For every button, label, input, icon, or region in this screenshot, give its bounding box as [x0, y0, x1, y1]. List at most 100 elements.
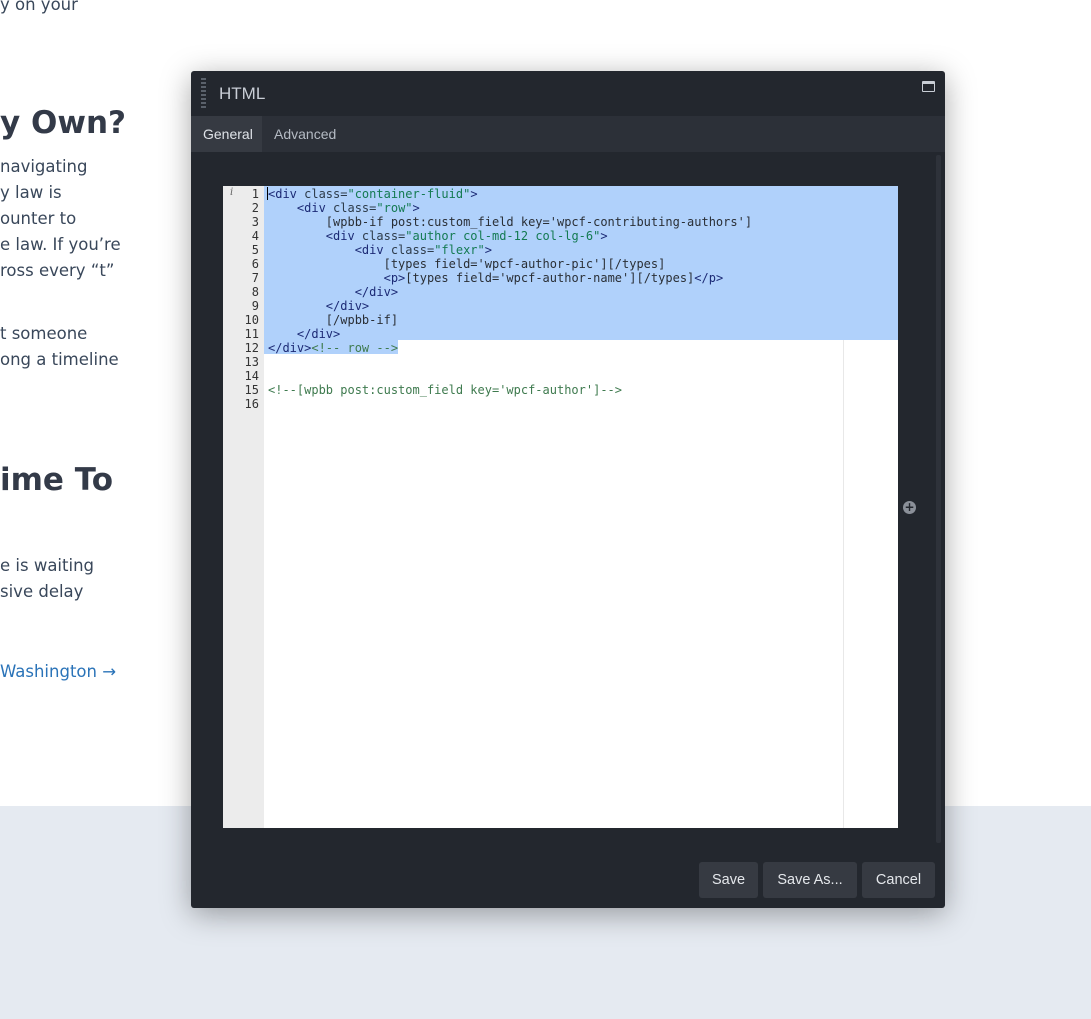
- code-token: </div>: [296, 327, 341, 341]
- bg-text-line: t someone: [0, 324, 88, 343]
- code-line: 5 <div class="flexr">: [223, 243, 898, 257]
- code-line: 14: [223, 369, 898, 383]
- line-number: 12: [244, 341, 259, 355]
- bg-text-line: ross every “t”: [0, 261, 115, 280]
- code-token: >: [470, 187, 478, 201]
- code-token: [types field='wpcf-author-pic'][/types]: [268, 257, 666, 271]
- code-line: 10 [/wpbb-if]: [223, 313, 898, 327]
- line-number: 8: [251, 285, 259, 299]
- bg-text-line: e law. If you’re: [0, 235, 121, 254]
- code-line: 6 [types field='wpcf-author-pic'][/types…: [223, 257, 898, 271]
- save-as-button[interactable]: Save As...: [763, 862, 857, 898]
- bg-text-line: navigating: [0, 157, 88, 176]
- drag-handle-icon[interactable]: [201, 78, 206, 108]
- code-token: >: [484, 243, 492, 257]
- add-icon[interactable]: +: [903, 501, 916, 514]
- tab-advanced[interactable]: Advanced: [262, 116, 348, 152]
- line-number: 14: [244, 369, 259, 383]
- save-button[interactable]: Save: [699, 862, 758, 898]
- line-number: 2: [251, 201, 259, 215]
- tab-general[interactable]: General: [191, 116, 262, 152]
- code-text: [wpbb-if post:custom_field key='wpcf-con…: [268, 215, 752, 229]
- code-token: </div>: [325, 299, 370, 313]
- bg-link[interactable]: Washington →: [0, 662, 116, 681]
- code-token: "author col-md-12 col-lg-6": [405, 229, 601, 243]
- text-cursor: [267, 187, 268, 200]
- modal-tabs: General Advanced: [191, 116, 945, 152]
- bg-heading: y Own?: [0, 105, 127, 141]
- code-token: "flexr": [434, 243, 485, 257]
- line-number: 4: [251, 229, 259, 243]
- line-number: 10: [244, 313, 259, 327]
- code-line: 8 </div>: [223, 285, 898, 299]
- code-token: <div: [354, 243, 391, 257]
- code-text: </div>: [268, 285, 398, 299]
- code-token: "container-fluid": [347, 187, 471, 201]
- modal-scrollbar[interactable]: [936, 155, 941, 843]
- code-text: </div><!-- row -->: [268, 341, 398, 355]
- modal-header[interactable]: HTML: [191, 71, 945, 116]
- bg-text-line: e is waiting: [0, 556, 94, 575]
- code-token: class=: [304, 187, 348, 201]
- code-text: <p>[types field='wpcf-author-name'][/typ…: [268, 271, 724, 285]
- code-text: </div>: [268, 327, 340, 341]
- code-token: class=: [390, 243, 435, 257]
- code-text: <!--[wpbb post:custom_field key='wpcf-au…: [268, 383, 622, 397]
- code-text: </div>: [268, 299, 369, 313]
- code-editor[interactable]: i 1 <div class="container-fluid"> 2 <div c…: [223, 186, 898, 828]
- code-token: [wpbb-if post:custom_field key='wpcf-con…: [268, 215, 753, 229]
- bg-text-line: y law is: [0, 183, 62, 202]
- code-token: <div: [296, 201, 334, 215]
- code-text: <div class="author col-md-12 col-lg-6">: [268, 229, 608, 243]
- code-line: 12 </div><!-- row -->: [223, 341, 898, 355]
- code-token: class=: [361, 229, 406, 243]
- html-modal: HTML General Advanced i 1 <div class="con…: [191, 71, 945, 908]
- code-line: 9 </div>: [223, 299, 898, 313]
- line-number: 13: [244, 355, 259, 369]
- line-number: 6: [251, 257, 259, 271]
- code-line: 15 <!--[wpbb post:custom_field key='wpcf-…: [223, 383, 898, 397]
- code-token: </div>: [354, 285, 399, 299]
- code-line: 16: [223, 397, 898, 411]
- code-text: <div class="container-fluid">: [268, 187, 478, 201]
- code-line: 11 </div>: [223, 327, 898, 341]
- code-text: [types field='wpcf-author-pic'][/types]: [268, 257, 666, 271]
- line-number: 11: [244, 327, 259, 341]
- code-token: </p>: [694, 271, 724, 285]
- code-token: <p>: [383, 271, 406, 285]
- code-token: >: [600, 229, 608, 243]
- bg-text-line: ounter to: [0, 209, 77, 228]
- code-line: 3 [wpbb-if post:custom_field key='wpcf-c…: [223, 215, 898, 229]
- bg-heading: ime To: [0, 462, 114, 498]
- code-token: <div: [325, 229, 362, 243]
- line-number: 9: [251, 299, 259, 313]
- code-token: <!-- row -->: [311, 341, 399, 355]
- code-token: <!--[wpbb post:custom_field key='wpcf-au…: [268, 383, 623, 397]
- code-token: </div>: [268, 341, 312, 355]
- code-line: 2 <div class="row">: [223, 201, 898, 215]
- code-text: <div class="flexr">: [268, 243, 492, 257]
- code-line: 4 <div class="author col-md-12 col-lg-6"…: [223, 229, 898, 243]
- modal-title: HTML: [219, 84, 266, 103]
- code-token: >: [412, 201, 420, 215]
- code-token: [/wpbb-if]: [268, 313, 399, 327]
- cancel-button[interactable]: Cancel: [862, 862, 935, 898]
- line-number: 3: [251, 215, 259, 229]
- line-number: 1: [251, 187, 259, 201]
- bg-text-line: y on your: [0, 0, 78, 14]
- code-token: [types field='wpcf-author-name'][/types]: [405, 271, 695, 285]
- line-number: 16: [244, 397, 259, 411]
- code-token: <div: [268, 187, 305, 201]
- bg-text-line: ong a timeline: [0, 350, 119, 369]
- maximize-icon[interactable]: [922, 81, 935, 92]
- code-line: 13: [223, 355, 898, 369]
- page: y on your y Own? navigating y law is oun…: [0, 0, 1091, 1019]
- code-token: class=: [333, 201, 377, 215]
- line-number: 7: [251, 271, 259, 285]
